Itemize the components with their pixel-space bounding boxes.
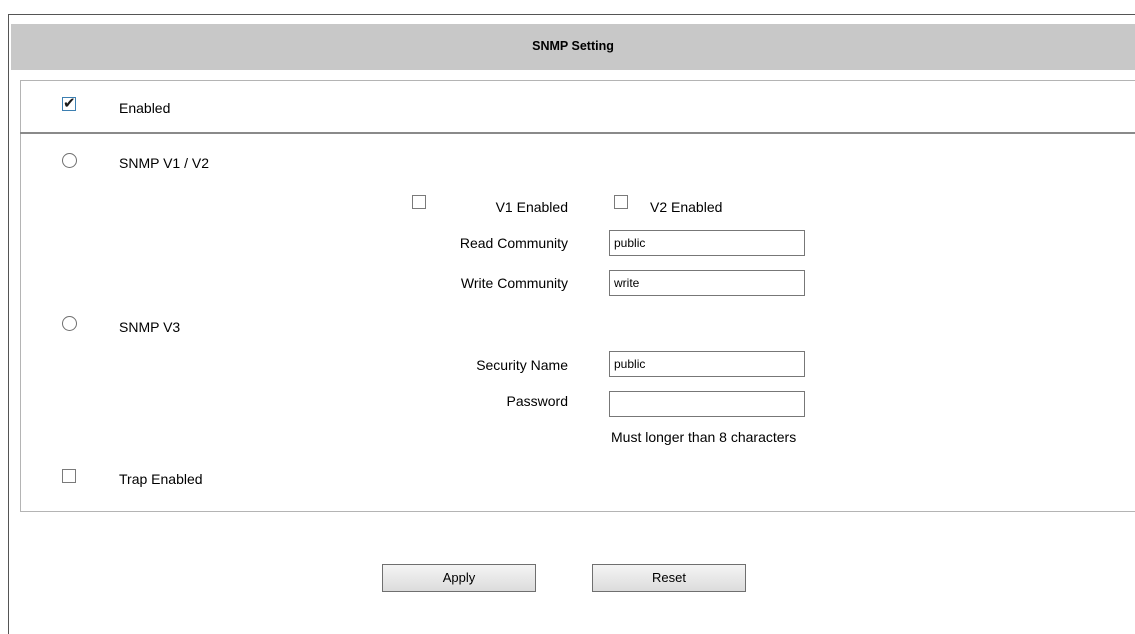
enabled-checkbox[interactable] <box>62 94 76 112</box>
enabled-label: Enabled <box>119 100 171 116</box>
settings-panel <box>20 80 1135 512</box>
snmp-v1v2-radio[interactable] <box>62 153 77 168</box>
trap-enabled-checkbox[interactable] <box>62 469 76 483</box>
security-name-label: Security Name <box>476 357 568 373</box>
v1-enabled-checkbox[interactable] <box>412 195 426 209</box>
divider <box>20 132 1135 134</box>
v1-enabled-label: V1 Enabled <box>495 199 568 215</box>
read-community-label: Read Community <box>459 235 568 251</box>
password-label: Password <box>506 393 568 409</box>
v2-enabled-checkbox[interactable] <box>614 195 628 209</box>
write-community-label: Write Community <box>460 275 568 291</box>
write-community-input[interactable] <box>609 270 805 296</box>
apply-button[interactable]: Apply <box>382 564 536 592</box>
snmp-v1v2-label: SNMP V1 / V2 <box>119 155 210 171</box>
v2-enabled-label: V2 Enabled <box>650 199 723 215</box>
trap-enabled-label: Trap Enabled <box>119 471 203 487</box>
snmp-v3-radio[interactable] <box>62 316 77 331</box>
security-name-input[interactable] <box>609 351 805 377</box>
password-input[interactable] <box>609 391 805 417</box>
password-hint: Must longer than 8 characters <box>611 429 797 445</box>
snmp-v3-label: SNMP V3 <box>119 319 181 335</box>
page-title: SNMP Setting <box>11 24 1135 70</box>
read-community-input[interactable] <box>609 230 805 256</box>
reset-button[interactable]: Reset <box>592 564 746 592</box>
